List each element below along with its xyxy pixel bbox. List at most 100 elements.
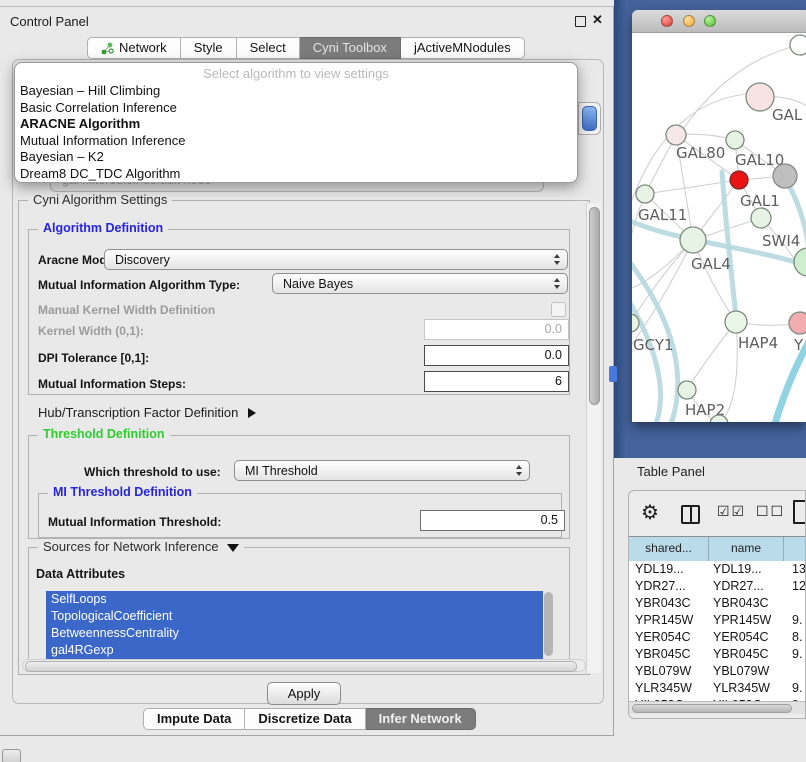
mi-type-select[interactable]: Naive Bayes — [272, 273, 568, 294]
column-header-name[interactable]: name — [709, 537, 784, 561]
algorithm-option-bayesian-hill-climbing[interactable]: Bayesian – Hill Climbing — [15, 83, 577, 100]
table-body: YDL19...YDL19...13YDR27...YDR27...12YBR0… — [629, 561, 806, 714]
data-attributes-list: SelfLoopsTopologicalCoefficientBetweenne… — [46, 591, 543, 659]
network-node-gal4[interactable] — [680, 227, 706, 253]
attributes-scrollbar[interactable] — [543, 591, 553, 659]
panel-divider-grip[interactable] — [609, 366, 617, 382]
document-icon[interactable] — [793, 500, 806, 524]
network-node-gal[interactable] — [746, 83, 774, 111]
traffic-light-close-icon[interactable] — [661, 15, 673, 27]
tab-discretize-data[interactable]: Discretize Data — [245, 708, 365, 730]
network-node-gal1[interactable] — [730, 171, 748, 189]
tab-style[interactable]: Style — [181, 37, 237, 59]
scrollbar-thumb[interactable] — [632, 704, 792, 713]
split-columns-icon[interactable] — [681, 505, 700, 524]
cell: 9. — [784, 646, 806, 663]
tab-impute-data[interactable]: Impute Data — [143, 708, 245, 730]
cell — [784, 663, 806, 680]
attribute-option-topologicalcoefficient[interactable]: TopologicalCoefficient — [46, 608, 543, 625]
tab-infer-network[interactable]: Infer Network — [366, 708, 476, 730]
algorithm-placeholder: Select algorithm to view settings — [15, 63, 577, 83]
node-label-gcy1: GCY1 — [633, 336, 674, 354]
traffic-light-zoom-icon[interactable] — [704, 15, 716, 27]
unchecked-rows-icon[interactable]: ☐☐ — [756, 503, 785, 520]
combo-stepper-icon[interactable] — [578, 102, 601, 135]
hub-definition-toggle[interactable]: Hub/Transcription Factor Definition — [38, 405, 256, 420]
algorithm-option-mutual-information-inference[interactable]: Mutual Information Inference — [15, 133, 577, 150]
table-row[interactable]: YLR345WYLR345W9. — [629, 680, 806, 697]
scrollbar-thumb[interactable] — [25, 661, 577, 672]
tab-select[interactable]: Select — [237, 37, 300, 59]
mi-threshold-field[interactable]: 0.5 — [420, 510, 565, 531]
table-row[interactable]: YER054CYER054C8. — [629, 629, 806, 646]
column-header-shared[interactable]: shared... — [629, 537, 709, 561]
control-panel-tabs: Network Style SelectCyni ToolboxjActiveMNo… — [87, 37, 525, 59]
column-header-a[interactable]: A — [784, 537, 806, 561]
manual-kernel-checkbox[interactable] — [551, 302, 566, 317]
cell — [784, 595, 806, 612]
network-view-window: GALGAL80GAL10GAL1GAL11SWI4GAL4GCY1HAP4YH… — [632, 10, 806, 422]
network-window-titlebar[interactable] — [632, 10, 806, 33]
dpi-tolerance-field[interactable]: 0.0 — [424, 345, 569, 366]
data-attributes-label: Data Attributes — [36, 567, 125, 581]
algorithm-option-aracne-algorithm[interactable]: ARACNE Algorithm — [15, 116, 577, 133]
table-row[interactable]: YPR145WYPR145W9. — [629, 612, 806, 629]
table-horizontal-scrollbar[interactable] — [629, 701, 805, 714]
network-node-y[interactable] — [789, 312, 806, 334]
cell: 13 — [784, 561, 806, 578]
node-label-gal: GAL — [772, 106, 803, 124]
table-row[interactable]: YBL079WYBL079W — [629, 663, 806, 680]
node-label-gal80: GAL80 — [676, 144, 725, 162]
algorithm-option-basic-correlation-inference[interactable]: Basic Correlation Inference — [15, 100, 577, 117]
which-threshold-select[interactable]: MI Threshold — [234, 460, 530, 481]
threshold-definition-title: Threshold Definition — [38, 427, 170, 441]
network-node-swi4[interactable] — [751, 208, 771, 228]
attribute-option-betweennesscentrality[interactable]: BetweennessCentrality — [46, 625, 543, 642]
checked-rows-icon[interactable]: ☑☑ — [717, 503, 746, 520]
mi-steps-field[interactable]: 6 — [424, 371, 569, 392]
tab-label: Style — [194, 38, 223, 58]
network-node-unlabeled[interactable] — [794, 248, 806, 276]
manual-kernel-label: Manual Kernel Width Definition — [38, 303, 215, 317]
network-canvas[interactable]: GALGAL80GAL10GAL1GAL11SWI4GAL4GCY1HAP4YH… — [632, 32, 806, 422]
scrollbar-thumb[interactable] — [589, 207, 600, 405]
algorithm-option-dream8-dc-tdc-algorithm[interactable]: Dream8 DC_TDC Algorithm — [15, 166, 577, 183]
cell: YBR043C — [629, 595, 709, 612]
node-label-swi4: SWI4 — [762, 232, 800, 250]
network-node-unlabeled[interactable] — [773, 164, 797, 188]
attribute-option-selfloops[interactable]: SelfLoops — [46, 591, 543, 608]
network-node-hap4[interactable] — [725, 311, 747, 333]
float-icon[interactable] — [575, 16, 586, 27]
algorithm-option-bayesian-k2[interactable]: Bayesian – K2 — [15, 149, 577, 166]
network-node-gal80[interactable] — [666, 125, 686, 145]
settings-vertical-scrollbar[interactable] — [586, 203, 601, 673]
tab-network[interactable]: Network — [87, 37, 181, 59]
minimized-panel-button[interactable] — [2, 749, 21, 762]
table-row[interactable]: YDR27...YDR27...12 — [629, 578, 806, 595]
node-label-hap4: HAP4 — [738, 334, 778, 352]
table-row[interactable]: YBR045CYBR045C9. — [629, 646, 806, 663]
close-icon[interactable]: ✕ — [592, 12, 603, 28]
apply-button[interactable]: Apply — [267, 682, 341, 705]
network-node-hap2[interactable] — [678, 381, 696, 399]
combo-stepper-icon — [549, 254, 565, 265]
traffic-light-minimize-icon[interactable] — [683, 15, 695, 27]
table-row[interactable]: YBR043CYBR043C — [629, 595, 806, 612]
kernel-width-field[interactable]: 0.0 — [424, 319, 569, 340]
cell: YDR27... — [709, 578, 784, 595]
settings-horizontal-scrollbar[interactable] — [22, 659, 586, 672]
gear-icon[interactable]: ⚙ — [641, 500, 659, 525]
scrollbar-thumb[interactable] — [544, 592, 553, 656]
tab-cyni-toolbox[interactable]: Cyni Toolbox — [300, 37, 401, 59]
attribute-option-gal4rgexp[interactable]: gal4RGexp — [46, 642, 543, 659]
network-tab-icon — [101, 42, 114, 55]
network-node-gal11[interactable] — [636, 185, 654, 203]
tab-jactivemnodules[interactable]: jActiveMNodules — [401, 37, 525, 59]
table-row[interactable]: YDL19...YDL19...13 — [629, 561, 806, 578]
aracne-mode-select[interactable]: Discovery — [104, 249, 568, 270]
mi-steps-label: Mutual Information Steps: — [38, 377, 186, 391]
network-node-gal10[interactable] — [726, 131, 744, 149]
sources-toggle[interactable]: Sources for Network Inference — [38, 539, 244, 554]
mi-type-label: Mutual Information Algorithm Type: — [38, 278, 240, 292]
network-node-unlabeled[interactable] — [790, 35, 806, 55]
